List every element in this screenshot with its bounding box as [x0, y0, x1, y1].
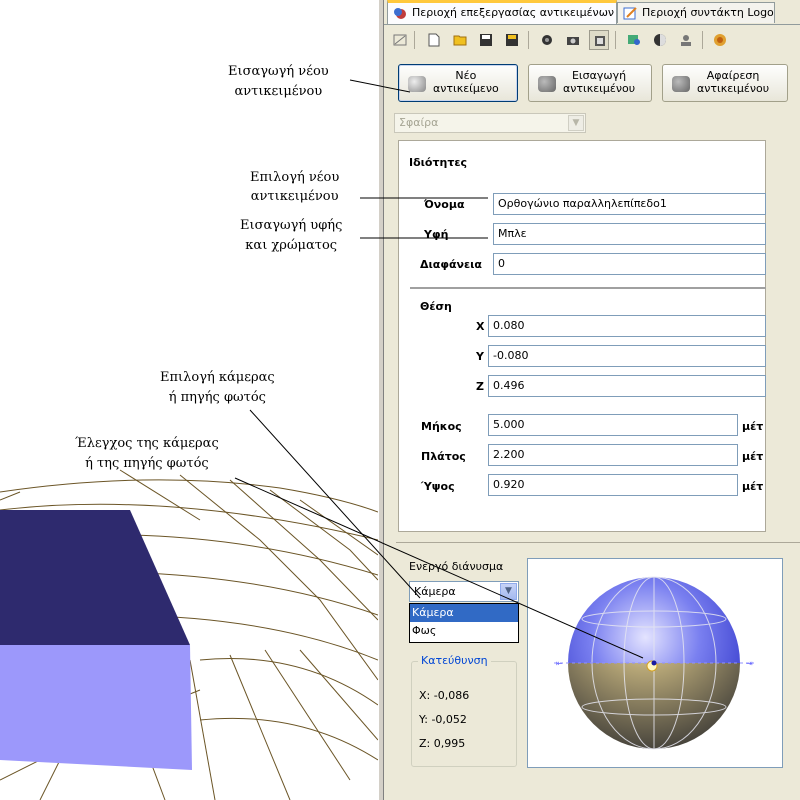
- direction-sphere-control[interactable]: ⇤ ⇥: [527, 558, 783, 768]
- properties-title: Ιδιότητες: [409, 156, 468, 169]
- chevron-down-icon[interactable]: ▼: [500, 583, 517, 600]
- tab-label: Περιοχή επεξεργασίας αντικειμένων: [412, 6, 615, 19]
- remove-icon: [672, 76, 690, 92]
- import-object-button[interactable]: Εισαγωγή αντικειμένου: [528, 64, 652, 102]
- name-label: Όνομα: [424, 198, 465, 211]
- frame-icon: [595, 36, 605, 46]
- width-field[interactable]: 2.200: [488, 444, 738, 466]
- y-field[interactable]: -0.080: [488, 345, 766, 367]
- vector-select[interactable]: Κάμερα ▼: [409, 581, 519, 602]
- remove-object-label: Αφαίρεση αντικειμένου: [697, 69, 770, 95]
- save-icon: [480, 34, 492, 46]
- y-label: Y: [476, 350, 484, 363]
- direction-y: Y: -0,052: [419, 713, 467, 726]
- import-object-label: Εισαγωγή αντικειμένου: [563, 69, 636, 95]
- tab-object-editor[interactable]: Περιοχή επεξεργασίας αντικειμένων: [387, 0, 617, 24]
- user-button[interactable]: [676, 30, 696, 50]
- box-side-face[interactable]: [0, 645, 192, 770]
- move-icon: [542, 35, 552, 45]
- width-label: Πλάτος: [421, 450, 466, 463]
- direction-x: X: -0,086: [419, 689, 470, 702]
- texture-label: Υφή: [424, 228, 449, 241]
- save-button[interactable]: [476, 30, 496, 50]
- box-top-face[interactable]: [0, 510, 190, 645]
- length-unit: μέτ: [742, 420, 764, 433]
- shading-icon: [654, 34, 666, 46]
- cube-icon: [408, 76, 426, 92]
- length-label: Μήκος: [421, 420, 462, 433]
- annotation-texture-color: Εισαγωγή υφής και χρώματος: [240, 218, 343, 253]
- vector-dropdown-list: Κάμερα Φως: [409, 603, 519, 643]
- clear-icon: [393, 34, 407, 46]
- settings-button[interactable]: [710, 30, 730, 50]
- annotation-new-object: Εισαγωγή νέου αντικειμένου: [228, 64, 329, 99]
- object-type-value: Σφαίρα: [399, 116, 439, 129]
- direction-z: Z: 0,995: [419, 737, 466, 750]
- z-field[interactable]: 0.496: [488, 375, 766, 397]
- annotation-choose-camera: Επιλογή κάμερας ή πηγής φωτός: [160, 370, 275, 405]
- length-field[interactable]: 5.000: [488, 414, 738, 436]
- svg-text:⇤: ⇤: [556, 659, 563, 668]
- divider: [410, 287, 766, 289]
- sphere-widget[interactable]: ⇤ ⇥: [528, 559, 782, 767]
- logo-editor-icon: [623, 7, 637, 20]
- camera-button[interactable]: [563, 30, 583, 50]
- new-object-button[interactable]: Νέο αντικείμενο: [398, 64, 518, 102]
- save-as-button[interactable]: [502, 30, 522, 50]
- option-light[interactable]: Φως: [410, 622, 518, 640]
- height-unit: μέτ: [742, 480, 764, 493]
- z-label: Z: [476, 380, 484, 393]
- tab-label: Περιοχή συντάκτη Logo: [642, 6, 774, 19]
- move-button[interactable]: [537, 30, 557, 50]
- x-field[interactable]: 0.080: [488, 315, 766, 337]
- object-type-select[interactable]: Σφαίρα ▼: [394, 113, 586, 133]
- remove-object-button[interactable]: Αφαίρεση αντικειμένου: [662, 64, 788, 102]
- settings-icon: [714, 34, 726, 46]
- direction-title: Κατεύθυνση: [418, 654, 491, 667]
- open-folder-icon: [453, 35, 467, 46]
- tab-logo-editor[interactable]: Περιοχή συντάκτη Logo: [617, 2, 775, 23]
- vector-select-value: Κάμερα: [414, 585, 456, 598]
- texture-field[interactable]: Μπλε: [493, 223, 766, 245]
- active-vector-label: Ενεργό διάνυσμα: [409, 560, 504, 573]
- chevron-down-icon: ▼: [568, 115, 584, 131]
- shading-button[interactable]: [650, 30, 670, 50]
- new-file-icon: [428, 33, 440, 47]
- objects-icon: [394, 8, 406, 19]
- frame-button[interactable]: [589, 30, 609, 50]
- new-file-button[interactable]: [424, 30, 444, 50]
- x-label: X: [476, 320, 485, 333]
- camera-icon: [567, 37, 579, 45]
- annotation-control-camera: Έλεγχος της κάμερας ή της πηγής φωτός: [75, 436, 219, 471]
- transparency-field[interactable]: 0: [493, 253, 766, 275]
- svg-text:⇥: ⇥: [746, 659, 753, 668]
- name-field[interactable]: Ορθογώνιο παραλληλεπίπεδο1: [493, 193, 766, 215]
- render-button[interactable]: [624, 30, 644, 50]
- open-button[interactable]: [450, 30, 470, 50]
- height-label: Ύψος: [421, 480, 455, 493]
- position-label: Θέση: [420, 300, 452, 313]
- new-object-label: Νέο αντικείμενο: [433, 69, 499, 95]
- clear-button[interactable]: [390, 30, 410, 50]
- transparency-label: Διαφάνεια: [420, 258, 482, 271]
- height-field[interactable]: 0.920: [488, 474, 738, 496]
- render-icon: [628, 35, 640, 45]
- annotation-choose-object: Επιλογή νέου αντικειμένου: [250, 170, 340, 204]
- import-icon: [538, 76, 556, 92]
- user-icon: [681, 35, 691, 46]
- width-unit: μέτ: [742, 450, 764, 463]
- option-camera[interactable]: Κάμερα: [410, 604, 518, 622]
- save-as-icon: [506, 34, 518, 46]
